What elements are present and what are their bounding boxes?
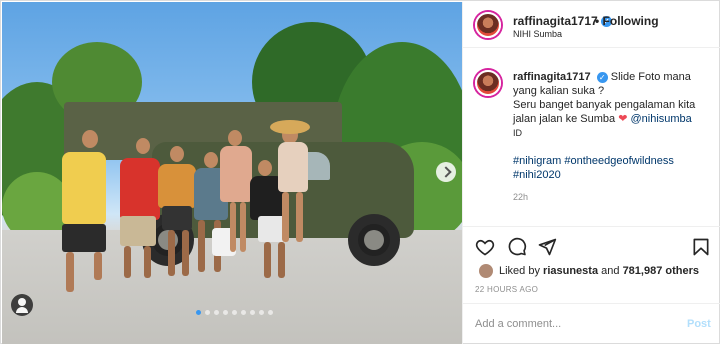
- caption-mention[interactable]: @nihisumba: [630, 113, 691, 125]
- bookmark-icon[interactable]: [691, 237, 711, 257]
- carousel-dot: [232, 310, 237, 315]
- jeep-wheel: [348, 214, 400, 266]
- paper-plane-icon[interactable]: [537, 237, 557, 257]
- tagged-people-icon[interactable]: [11, 294, 33, 316]
- caption-text: raffinagita1717 ✓ Slide Foto mana yang k…: [513, 70, 713, 182]
- posted-timestamp[interactable]: 22 HOURS AGO: [475, 285, 538, 294]
- carousel-dot: [214, 310, 219, 315]
- carousel-dot: [250, 310, 255, 315]
- carousel-dot: [268, 310, 273, 315]
- heart-emoji-icon: ❤: [618, 113, 628, 125]
- chevron-right-icon[interactable]: [436, 162, 456, 182]
- carousel-dot: [205, 310, 210, 315]
- comment-box: Post: [463, 303, 720, 344]
- following-button[interactable]: • Following: [595, 14, 659, 28]
- post-actions: [463, 226, 720, 266]
- likes-text: Liked by riasunesta and 781,987 others: [499, 265, 699, 277]
- comment-input[interactable]: [475, 316, 665, 332]
- avatar[interactable]: [479, 264, 493, 278]
- post-photo[interactable]: [2, 2, 462, 344]
- comment-bubble-icon[interactable]: [507, 237, 527, 257]
- avatar[interactable]: [475, 12, 501, 38]
- post-location[interactable]: NIHI Sumba: [513, 29, 562, 39]
- liked-by-joiner: and: [601, 265, 620, 277]
- liked-by-user[interactable]: riasunesta: [543, 265, 598, 277]
- verified-badge-icon: ✓: [596, 71, 608, 83]
- carousel-dot: [196, 310, 201, 315]
- carousel-dot: [223, 310, 228, 315]
- post-username-text[interactable]: raffinagita1717: [513, 14, 598, 28]
- carousel-indicator: [196, 310, 273, 315]
- liked-by-prefix: Liked by: [499, 265, 540, 277]
- caption-suffix: ID: [513, 128, 522, 138]
- post-side-panel: raffinagita1717 ✓ • Following NIHI Sumba …: [462, 2, 720, 344]
- caption-hashtags[interactable]: #nihigram #ontheedgeofwildness #nihi2020: [513, 155, 674, 181]
- caption-age: 22h: [513, 192, 529, 202]
- caption-username[interactable]: raffinagita1717: [513, 71, 591, 83]
- heart-outline-icon[interactable]: [475, 237, 495, 257]
- carousel-dot: [259, 310, 264, 315]
- post-header: raffinagita1717 ✓ • Following NIHI Sumba: [463, 2, 720, 48]
- carousel-dot: [241, 310, 246, 315]
- post-comment-button[interactable]: Post: [687, 318, 711, 330]
- likes-summary: Liked by riasunesta and 781,987 others: [475, 264, 715, 280]
- instagram-post-window: raffinagita1717 ✓ • Following NIHI Sumba …: [0, 0, 720, 344]
- likes-others-count[interactable]: 781,987 others: [623, 265, 699, 277]
- avatar[interactable]: [475, 70, 501, 96]
